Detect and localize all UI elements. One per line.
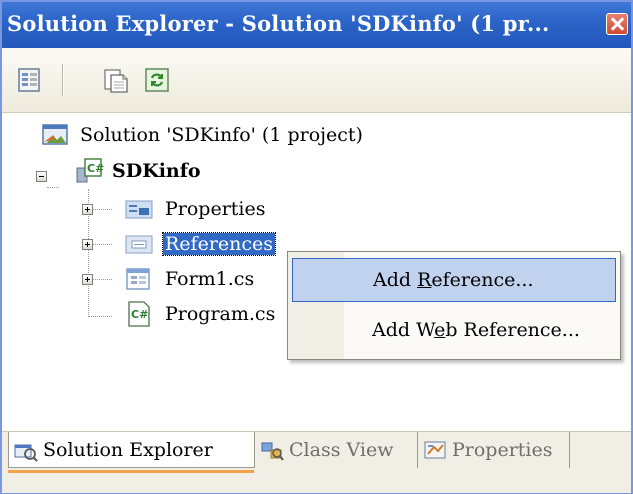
- tab-solution-explorer-label: Solution Explorer: [43, 438, 213, 461]
- properties-icon[interactable]: [16, 66, 44, 94]
- expand-icon[interactable]: [82, 239, 93, 250]
- tree-node-references[interactable]: References: [123, 229, 277, 259]
- tree-node-project[interactable]: C# SDKinfo: [74, 156, 201, 186]
- add-reference-label: Add Reference...: [373, 269, 534, 291]
- references-label: References: [161, 232, 277, 256]
- expand-icon[interactable]: [82, 274, 93, 285]
- class-view-icon: [261, 442, 284, 461]
- svg-text:C#: C#: [131, 308, 148, 321]
- tree-node-program[interactable]: C# Program.cs: [123, 299, 275, 329]
- window-title: Solution Explorer - Solution 'SDKinfo' (…: [7, 11, 550, 36]
- refresh-icon[interactable]: [143, 66, 171, 94]
- form-file-icon: [126, 268, 150, 290]
- add-web-reference-label: Add Web Reference...: [372, 319, 580, 341]
- csharp-file-icon: C#: [128, 301, 150, 327]
- context-menu: Add Reference... Add Web Reference...: [287, 251, 621, 360]
- toolbar-separator: [62, 64, 64, 96]
- solution-icon: [42, 124, 68, 145]
- properties-label: Properties: [165, 198, 266, 220]
- tree-connector: [88, 316, 112, 317]
- tab-class-view[interactable]: Class View: [255, 432, 418, 468]
- tab-properties[interactable]: Properties: [418, 432, 570, 468]
- title-bar[interactable]: Solution Explorer - Solution 'SDKinfo' (…: [2, 2, 631, 48]
- solution-label: Solution 'SDKinfo' (1 project): [80, 124, 363, 146]
- collapse-icon[interactable]: [36, 171, 47, 182]
- properties-window-icon: [424, 441, 446, 459]
- csharp-project-icon: C#: [76, 158, 104, 183]
- close-icon[interactable]: [606, 13, 628, 35]
- tool-window-tabs: Solution Explorer Class View Properties: [2, 431, 631, 493]
- menu-item-add-reference[interactable]: Add Reference...: [292, 258, 616, 302]
- references-folder-icon: [125, 235, 153, 254]
- tab-class-view-label: Class View: [289, 439, 394, 461]
- menu-item-add-web-reference[interactable]: Add Web Reference...: [292, 308, 616, 352]
- tab-properties-label: Properties: [452, 439, 553, 461]
- active-tab-indicator: [8, 470, 254, 473]
- solution-explorer-window: Solution Explorer - Solution 'SDKinfo' (…: [0, 0, 633, 494]
- show-all-files-icon[interactable]: [102, 66, 130, 94]
- program-label: Program.cs: [165, 303, 276, 325]
- project-label: SDKinfo: [112, 160, 201, 182]
- tab-solution-explorer[interactable]: Solution Explorer: [8, 432, 255, 468]
- properties-folder-icon: [125, 200, 153, 219]
- tree-node-solution[interactable]: Solution 'SDKinfo' (1 project): [40, 120, 363, 150]
- tree-node-properties[interactable]: Properties: [123, 194, 266, 224]
- expand-icon[interactable]: [82, 204, 93, 215]
- toolbar: [2, 48, 631, 113]
- tree-connector: [47, 187, 59, 188]
- tree-node-form1[interactable]: Form1.cs: [123, 264, 254, 294]
- svg-text:C#: C#: [87, 162, 104, 175]
- solution-explorer-icon: [14, 444, 38, 462]
- form1-label: Form1.cs: [165, 268, 255, 290]
